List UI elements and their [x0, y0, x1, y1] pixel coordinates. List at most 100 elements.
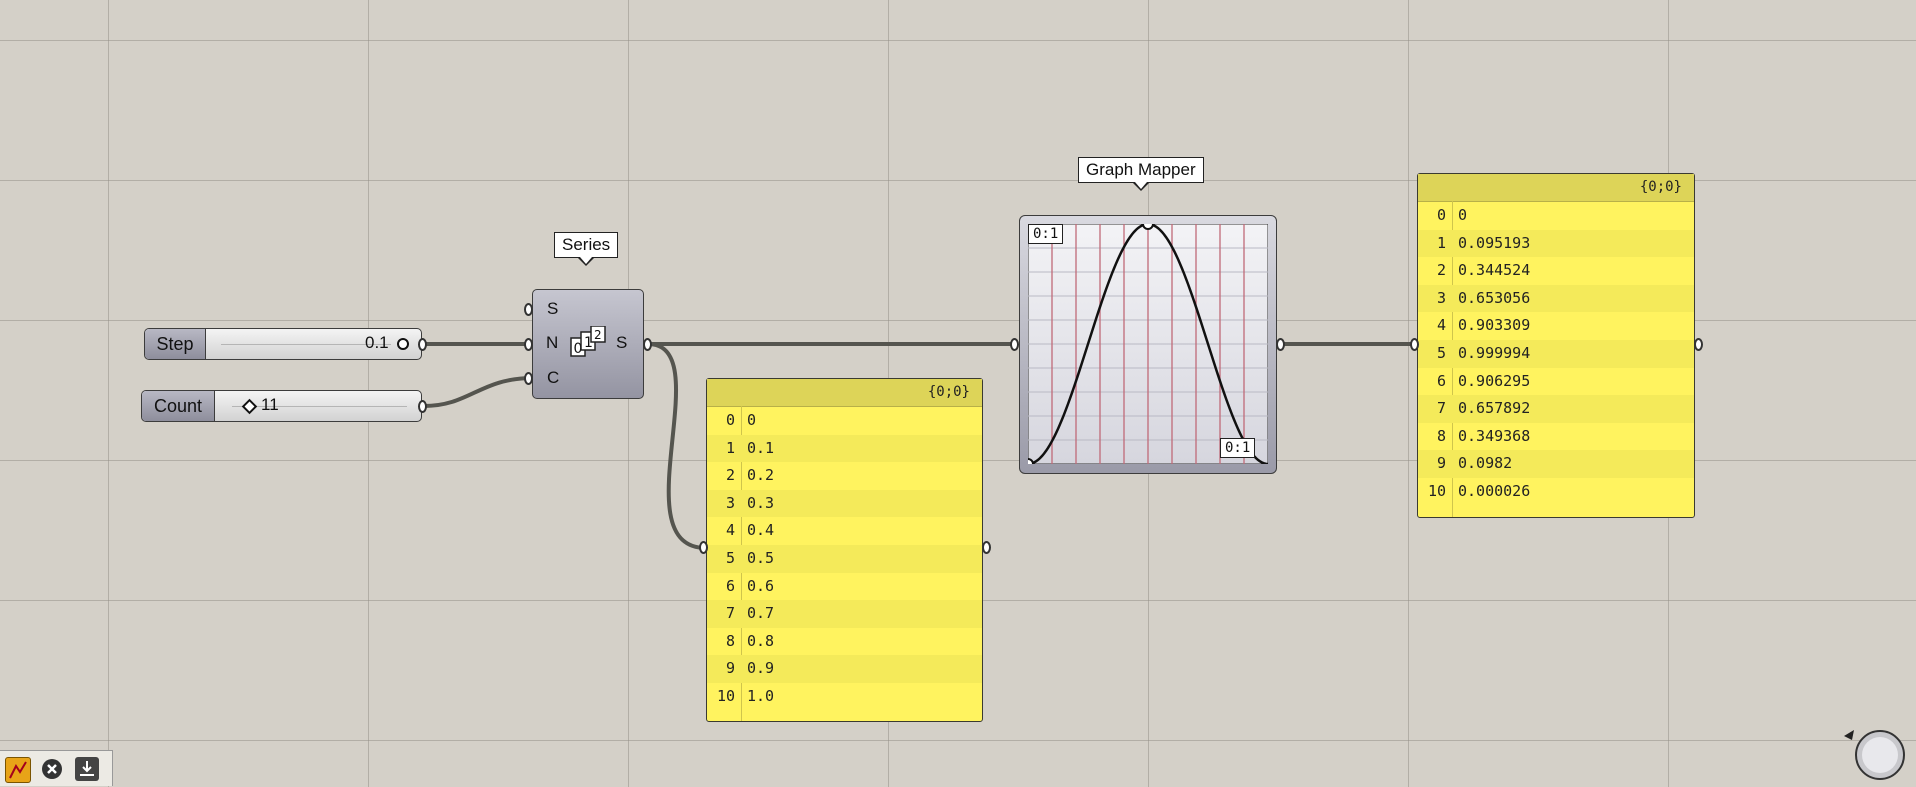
panel-row: 6 0.6: [707, 573, 982, 601]
graph-mapper-domain-max: 0:1: [1220, 438, 1256, 458]
panel-row-value: 0.2: [747, 466, 775, 485]
panel-row-value: 0.8: [747, 631, 775, 650]
panel-right-input-port[interactable]: [1410, 338, 1419, 351]
bake-icon[interactable]: [75, 757, 99, 781]
panel-row: 7 0.7: [707, 600, 982, 628]
panel-row: 9 0.9: [707, 655, 982, 683]
number-series-icon: 0 1 2: [570, 326, 606, 357]
wire-count-to-series-c: [423, 376, 534, 408]
panel-row: 1 0.095193: [1418, 229, 1694, 258]
panel-row-value: 0.7: [747, 604, 775, 623]
panel-row-index: 3: [1436, 288, 1446, 307]
series-output-s-label: S: [616, 333, 628, 352]
graph-mapper-peak-handle-icon: [1142, 224, 1154, 230]
graph-mapper-component[interactable]: 0:1 0:1: [1019, 215, 1277, 474]
panel-row-value: 0.903309: [1458, 316, 1531, 335]
step-slider[interactable]: Step 0.1: [144, 328, 422, 360]
series-output-port[interactable]: [643, 338, 652, 351]
panel-row-index: 5: [1436, 343, 1446, 362]
panel-row-value: 0.657892: [1458, 399, 1531, 418]
series-input-s-label: S: [547, 299, 559, 318]
panel-row-index: 2: [1436, 261, 1446, 280]
panel-row-value: 0.349368: [1458, 426, 1531, 445]
slider-track: [232, 406, 407, 407]
step-slider-label: Step: [145, 329, 206, 359]
panel-row: 5 0.999994: [1418, 339, 1694, 368]
canvas-toolbar: [0, 750, 113, 786]
series-input-c-port[interactable]: [524, 372, 533, 385]
panel-row-value: 0.000026: [1458, 481, 1531, 500]
panel-row-value: 0.9: [747, 659, 775, 678]
panel-row-index: 6: [1436, 371, 1446, 390]
panel-row-value: 0.344524: [1458, 261, 1531, 280]
count-slider-label: Count: [142, 391, 215, 421]
graph-mapper-domain-min: 0:1: [1028, 224, 1064, 244]
graph-mapper-plot[interactable]: [1028, 224, 1268, 464]
panel-row-value: 0.6: [747, 576, 775, 595]
series-input-n-label: N: [546, 333, 559, 352]
panel-mapped-values[interactable]: {0;0} 0 0 1 0.095193 2 0.344524 3 0.653056 4 0.90…: [1417, 173, 1695, 518]
panel-row-value: 0.906295: [1458, 371, 1531, 390]
panel-row-index: 10: [1427, 481, 1446, 500]
panel-rows: 0 0 1 0.1 2 0.2 3 0.3 4 0.4 5 0.5 6 0.6 7 0.7 8 0.8 9 0.9 10…: [707, 407, 982, 711]
series-input-c-label: C: [547, 368, 560, 387]
panel-row-index: 0: [1436, 206, 1446, 224]
panel-row-index: 7: [725, 604, 735, 623]
panel-row-index: 9: [725, 659, 735, 678]
panel-row: 9 0.0982: [1418, 450, 1694, 478]
graph-mapper-output-port[interactable]: [1276, 338, 1285, 351]
panel-row: 8 0.349368: [1418, 423, 1694, 451]
count-slider[interactable]: Count 11: [141, 390, 422, 422]
panel-row: 2 0.344524: [1418, 257, 1694, 285]
panel-row-value: 0.1: [747, 438, 775, 457]
panel-row-index: 7: [1436, 399, 1446, 418]
count-output-port[interactable]: [418, 400, 427, 413]
panel-row: 6 0.906295: [1418, 368, 1694, 396]
panel-row-index: 1: [725, 438, 735, 457]
panel-row-value: 0.0982: [1458, 454, 1513, 473]
panel-left-input-port[interactable]: [699, 541, 708, 554]
panel-row: 8 0.8: [707, 628, 982, 656]
panel-left-output-port[interactable]: [982, 541, 991, 554]
panel-row-value: 0.5: [747, 548, 775, 567]
panel-row: 3 0.653056: [1418, 284, 1694, 313]
panel-row-index: 3: [725, 493, 735, 512]
slider-knob-icon[interactable]: [241, 398, 258, 415]
panel-row-index: 1: [1436, 233, 1446, 252]
panel-row-value: 0.4: [747, 521, 775, 540]
panel-row: 4 0.903309: [1418, 312, 1694, 340]
slider-knob-icon[interactable]: [397, 338, 409, 350]
panel-row: 7 0.657892: [1418, 395, 1694, 423]
panel-row: 00: [707, 407, 982, 435]
panel-series-values[interactable]: {0;0} 0 0 1 0.1 2 0.2 3 0.3 4 0.4 5 0.5 6 0.6 7 0.7 8 0.8…: [706, 378, 983, 722]
panel-row-value: 0: [1458, 206, 1468, 224]
panel-row-index: 4: [725, 521, 735, 540]
panel-row-index: 10: [716, 686, 735, 705]
panel-row-value: 0.999994: [1458, 343, 1531, 362]
panel-row-index: 4: [1436, 316, 1446, 335]
panel-row-index: 8: [1436, 426, 1446, 445]
panel-row: 2 0.2: [707, 462, 982, 490]
panel-row-index: 0: [725, 411, 735, 429]
series-input-s-port[interactable]: [524, 303, 533, 316]
series-tag: Series: [554, 232, 619, 266]
canvas-navigation-icon[interactable]: [1840, 718, 1906, 782]
graph-mapper-tag: Graph Mapper: [1078, 157, 1204, 191]
panel-row-value: 0: [747, 411, 757, 429]
svg-text:2: 2: [594, 328, 602, 342]
panel-row-index: 9: [1436, 454, 1446, 473]
panel-row-value: 1.0: [747, 686, 775, 705]
panel-row: 10 1.0: [707, 683, 982, 711]
panel-row: 5 0.5: [707, 544, 982, 573]
panel-rows: 0 0 1 0.095193 2 0.344524 3 0.653056 4 0.903309 5 0…: [1418, 202, 1694, 506]
panel-row-index: 8: [725, 631, 735, 650]
preview-icon[interactable]: [5, 757, 31, 783]
disable-icon[interactable]: [40, 757, 64, 781]
step-slider-value: 0.1: [365, 333, 389, 352]
panel-right-output-port[interactable]: [1694, 338, 1703, 351]
series-input-n-port[interactable]: [524, 338, 533, 351]
graph-mapper-input-port[interactable]: [1010, 338, 1019, 351]
step-output-port[interactable]: [418, 338, 427, 351]
series-component[interactable]: S N C S 0 1 2: [532, 289, 644, 399]
panel-row-index: 2: [725, 466, 735, 485]
